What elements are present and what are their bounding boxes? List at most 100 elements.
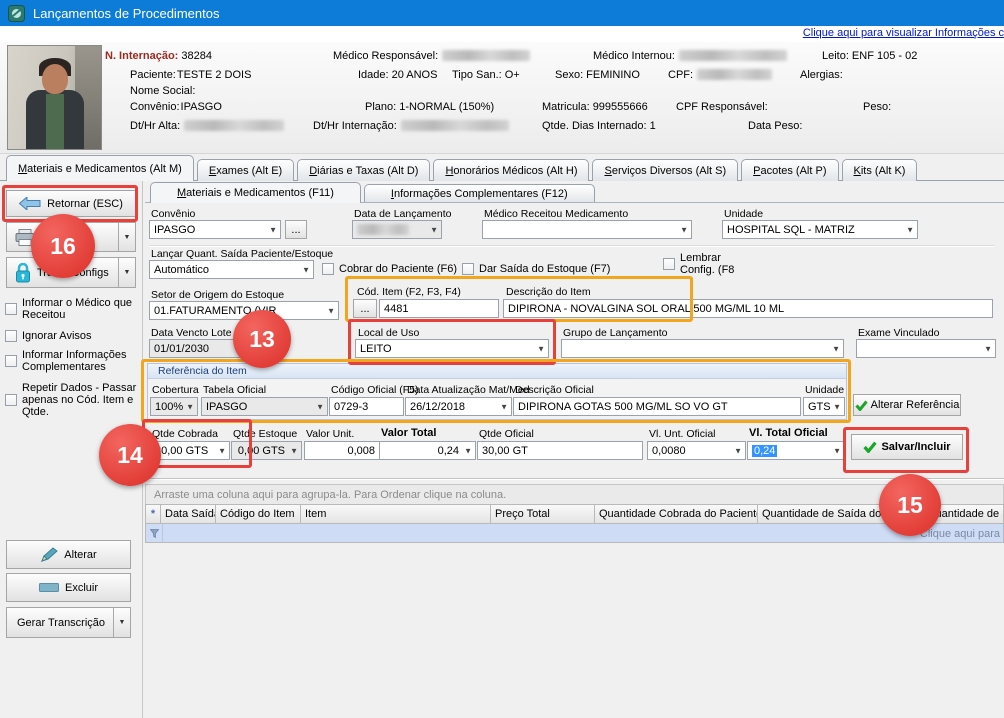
check-icon bbox=[863, 441, 877, 453]
sidebar-divider bbox=[142, 181, 143, 718]
descricao-oficial-input[interactable]: DIPIRONA GOTAS 500 MG/ML SO VO GT bbox=[513, 397, 801, 416]
checkbox-ignorar-avisos[interactable]: Ignorar Avisos bbox=[5, 330, 137, 342]
unidade-combo[interactable]: HOSPITAL SQL - MATRIZ▼ bbox=[722, 220, 918, 239]
valor-unit-label: Valor Unit. bbox=[306, 428, 354, 440]
divider bbox=[149, 245, 994, 247]
info-link[interactable]: Clique aqui para visualizar Informações … bbox=[803, 27, 1004, 39]
redacted-value bbox=[679, 50, 787, 61]
field-matricula: Matricula:999555666 bbox=[542, 101, 648, 113]
photo-face bbox=[42, 64, 68, 94]
grupo-lancamento-combo[interactable]: ▼ bbox=[561, 339, 844, 358]
cobertura-label: Cobertura bbox=[152, 384, 199, 396]
redacted-value bbox=[697, 69, 772, 80]
gerar-transcricao-button[interactable]: Gerar Transcrição ▼ bbox=[6, 607, 131, 638]
salvar-incluir-button[interactable]: Salvar/Incluir bbox=[851, 434, 963, 460]
excluir-button[interactable]: Excluir bbox=[6, 573, 131, 602]
column-header-item[interactable]: Item bbox=[301, 504, 491, 524]
column-header-preco-total[interactable]: Preço Total bbox=[491, 504, 595, 524]
data-atualizacao-combo[interactable]: 26/12/2018▼ bbox=[405, 397, 512, 416]
minus-icon bbox=[39, 583, 59, 592]
vl-total-oficial-combo[interactable]: 0,24▼ bbox=[747, 441, 845, 460]
travar-dropdown[interactable]: ▼ bbox=[118, 258, 135, 287]
checkbox-informar-informacoes[interactable]: Informar Informações Complementares bbox=[5, 349, 137, 373]
arrow-left-icon bbox=[19, 197, 41, 210]
tab-pacotes[interactable]: Pacotes (Alt P) bbox=[741, 159, 838, 181]
valor-unit-input[interactable]: 0,008 bbox=[304, 441, 380, 460]
tabela-oficial-combo[interactable]: IPASGO▼ bbox=[201, 397, 328, 416]
tab-honorarios-medicos[interactable]: Honorários Médicos (Alt H) bbox=[433, 159, 589, 181]
checkbox-cobrar-paciente[interactable]: Cobrar do Paciente (F6) bbox=[322, 263, 457, 275]
cobertura-combo[interactable]: 100%▼ bbox=[150, 397, 198, 416]
app-window: Lançamentos de Procedimentos Clique aqui… bbox=[0, 0, 1004, 718]
column-header-qtd-saida-estoque[interactable]: Quantidade de Saída do Estoque bbox=[758, 504, 923, 524]
local-uso-combo[interactable]: LEITO▼ bbox=[355, 339, 549, 358]
column-header-data-saida[interactable]: Data Saída bbox=[161, 504, 216, 524]
redacted-value bbox=[184, 120, 284, 131]
convenio-combo[interactable]: IPASGO▼ bbox=[149, 220, 281, 239]
grid-indicator-cell: * bbox=[145, 504, 161, 524]
printer-icon bbox=[15, 229, 35, 246]
checkbox-informar-medico[interactable]: Informar o Médico que Receitou bbox=[5, 297, 137, 321]
data-vencto-label: Data Vencto Lote (F bbox=[151, 327, 244, 339]
divider bbox=[145, 478, 1004, 480]
tab-informacoes-f12[interactable]: Informações Complementares (F12) bbox=[364, 184, 595, 203]
qtde-estoque-combo[interactable]: 0,00 GTS▼ bbox=[231, 441, 302, 460]
column-header-codigo-item[interactable]: Código do Item bbox=[216, 504, 301, 524]
field-leito: Leito:ENF 105 - 02 bbox=[822, 50, 917, 62]
app-icon bbox=[8, 5, 25, 22]
filter-hint-text: Clique aqui para bbox=[920, 528, 1000, 540]
codigo-oficial-input[interactable]: 0729-3 bbox=[329, 397, 404, 416]
referencia-group-header: Referência do Item bbox=[148, 364, 846, 379]
setor-origem-label: Setor de Origem do Estoque bbox=[151, 289, 284, 301]
checkbox-repetir-dados[interactable]: Repetir Dados - Passar apenas no Cód. It… bbox=[5, 382, 137, 418]
gerar-transcricao-dropdown[interactable]: ▼ bbox=[113, 608, 130, 637]
field-peso: Peso: bbox=[863, 101, 891, 113]
field-nome-social: Nome Social: bbox=[130, 85, 195, 97]
tab-materiais-medicamentos[interactable]: Materiais e Medicamentos (Alt M) bbox=[6, 155, 194, 181]
tab-servicos-diversos[interactable]: Serviços Diversos (Alt S) bbox=[592, 159, 738, 181]
checkbox-box bbox=[322, 263, 334, 275]
unidade-ref-combo[interactable]: GTS▼ bbox=[803, 397, 845, 416]
grid-filter-row[interactable] bbox=[145, 524, 1004, 543]
checkbox-lembrar-config[interactable]: LembrarConfig. (F8 bbox=[663, 252, 755, 276]
unidade-ref-label: Unidade bbox=[805, 384, 844, 396]
exame-vinculado-label: Exame Vinculado bbox=[858, 327, 940, 339]
field-convenio-paciente: Convênio:IPASGO bbox=[130, 101, 222, 113]
travar-configs-button[interactable]: Travar Configs ▼ bbox=[6, 257, 136, 288]
tab-materiais-f11[interactable]: Materiais e Medicamentos (F11) bbox=[150, 182, 361, 203]
data-vencto-input[interactable]: 01/01/2030 bbox=[149, 339, 261, 358]
descricao-item-input[interactable]: DIPIRONA - NOVALGINA SOL ORAL 500 MG/ML … bbox=[503, 299, 993, 318]
column-header-qtd-cobrada[interactable]: Quantidade Cobrada do Paciente bbox=[595, 504, 758, 524]
cod-item-label: Cód. Item (F2, F3, F4) bbox=[357, 286, 461, 298]
photo-vest bbox=[46, 94, 64, 150]
vl-unt-oficial-combo[interactable]: 0,0080▼ bbox=[647, 441, 746, 460]
alterar-button[interactable]: Alterar bbox=[6, 540, 131, 569]
patient-photo bbox=[7, 45, 102, 150]
setor-origem-combo[interactable]: 01.FATURAMENTO (VIR▼ bbox=[149, 301, 339, 320]
qtde-oficial-input[interactable]: 30,00 GT bbox=[477, 441, 643, 460]
exame-vinculado-combo[interactable]: ▼ bbox=[856, 339, 996, 358]
qtde-estoque-label: Qtde Estoque bbox=[233, 428, 297, 440]
imprimir-dropdown[interactable]: ▼ bbox=[118, 223, 135, 251]
lancar-quant-combo[interactable]: Automático▼ bbox=[149, 260, 314, 279]
redacted-value bbox=[442, 50, 530, 61]
alterar-referencia-button[interactable]: Alterar Referência bbox=[853, 394, 961, 416]
tab-kits[interactable]: Kits (Alt K) bbox=[842, 159, 918, 181]
browse-convenio-button[interactable]: ... bbox=[285, 220, 307, 239]
browse-item-button[interactable]: ... bbox=[353, 299, 377, 318]
column-header-qtd-sa[interactable]: Quantidade de Sa bbox=[923, 504, 1004, 524]
window-title: Lançamentos de Procedimentos bbox=[33, 6, 219, 21]
tab-diarias-taxas[interactable]: Diárias e Taxas (Alt D) bbox=[297, 159, 430, 181]
tab-exames[interactable]: Exames (Alt E) bbox=[197, 159, 294, 181]
checkbox-dar-saida[interactable]: Dar Saída do Estoque (F7) bbox=[462, 263, 610, 275]
retornar-button[interactable]: Retornar (ESC) bbox=[6, 190, 136, 217]
qtde-cobrada-combo[interactable]: 30,00 GTS▼ bbox=[150, 441, 230, 460]
data-lancamento-combo[interactable]: ▼ bbox=[352, 220, 442, 239]
descricao-oficial-label: Descrição Oficial bbox=[515, 384, 594, 396]
check-icon bbox=[855, 400, 868, 411]
valor-total-combo[interactable]: 0,24▼ bbox=[379, 441, 476, 460]
imprimir-button[interactable]: Imprimir ▼ bbox=[6, 222, 136, 252]
field-plano: Plano:1-NORMAL (150%) bbox=[365, 101, 494, 113]
medico-receitou-combo[interactable]: ▼ bbox=[482, 220, 692, 239]
cod-item-input[interactable]: 4481 bbox=[379, 299, 499, 318]
